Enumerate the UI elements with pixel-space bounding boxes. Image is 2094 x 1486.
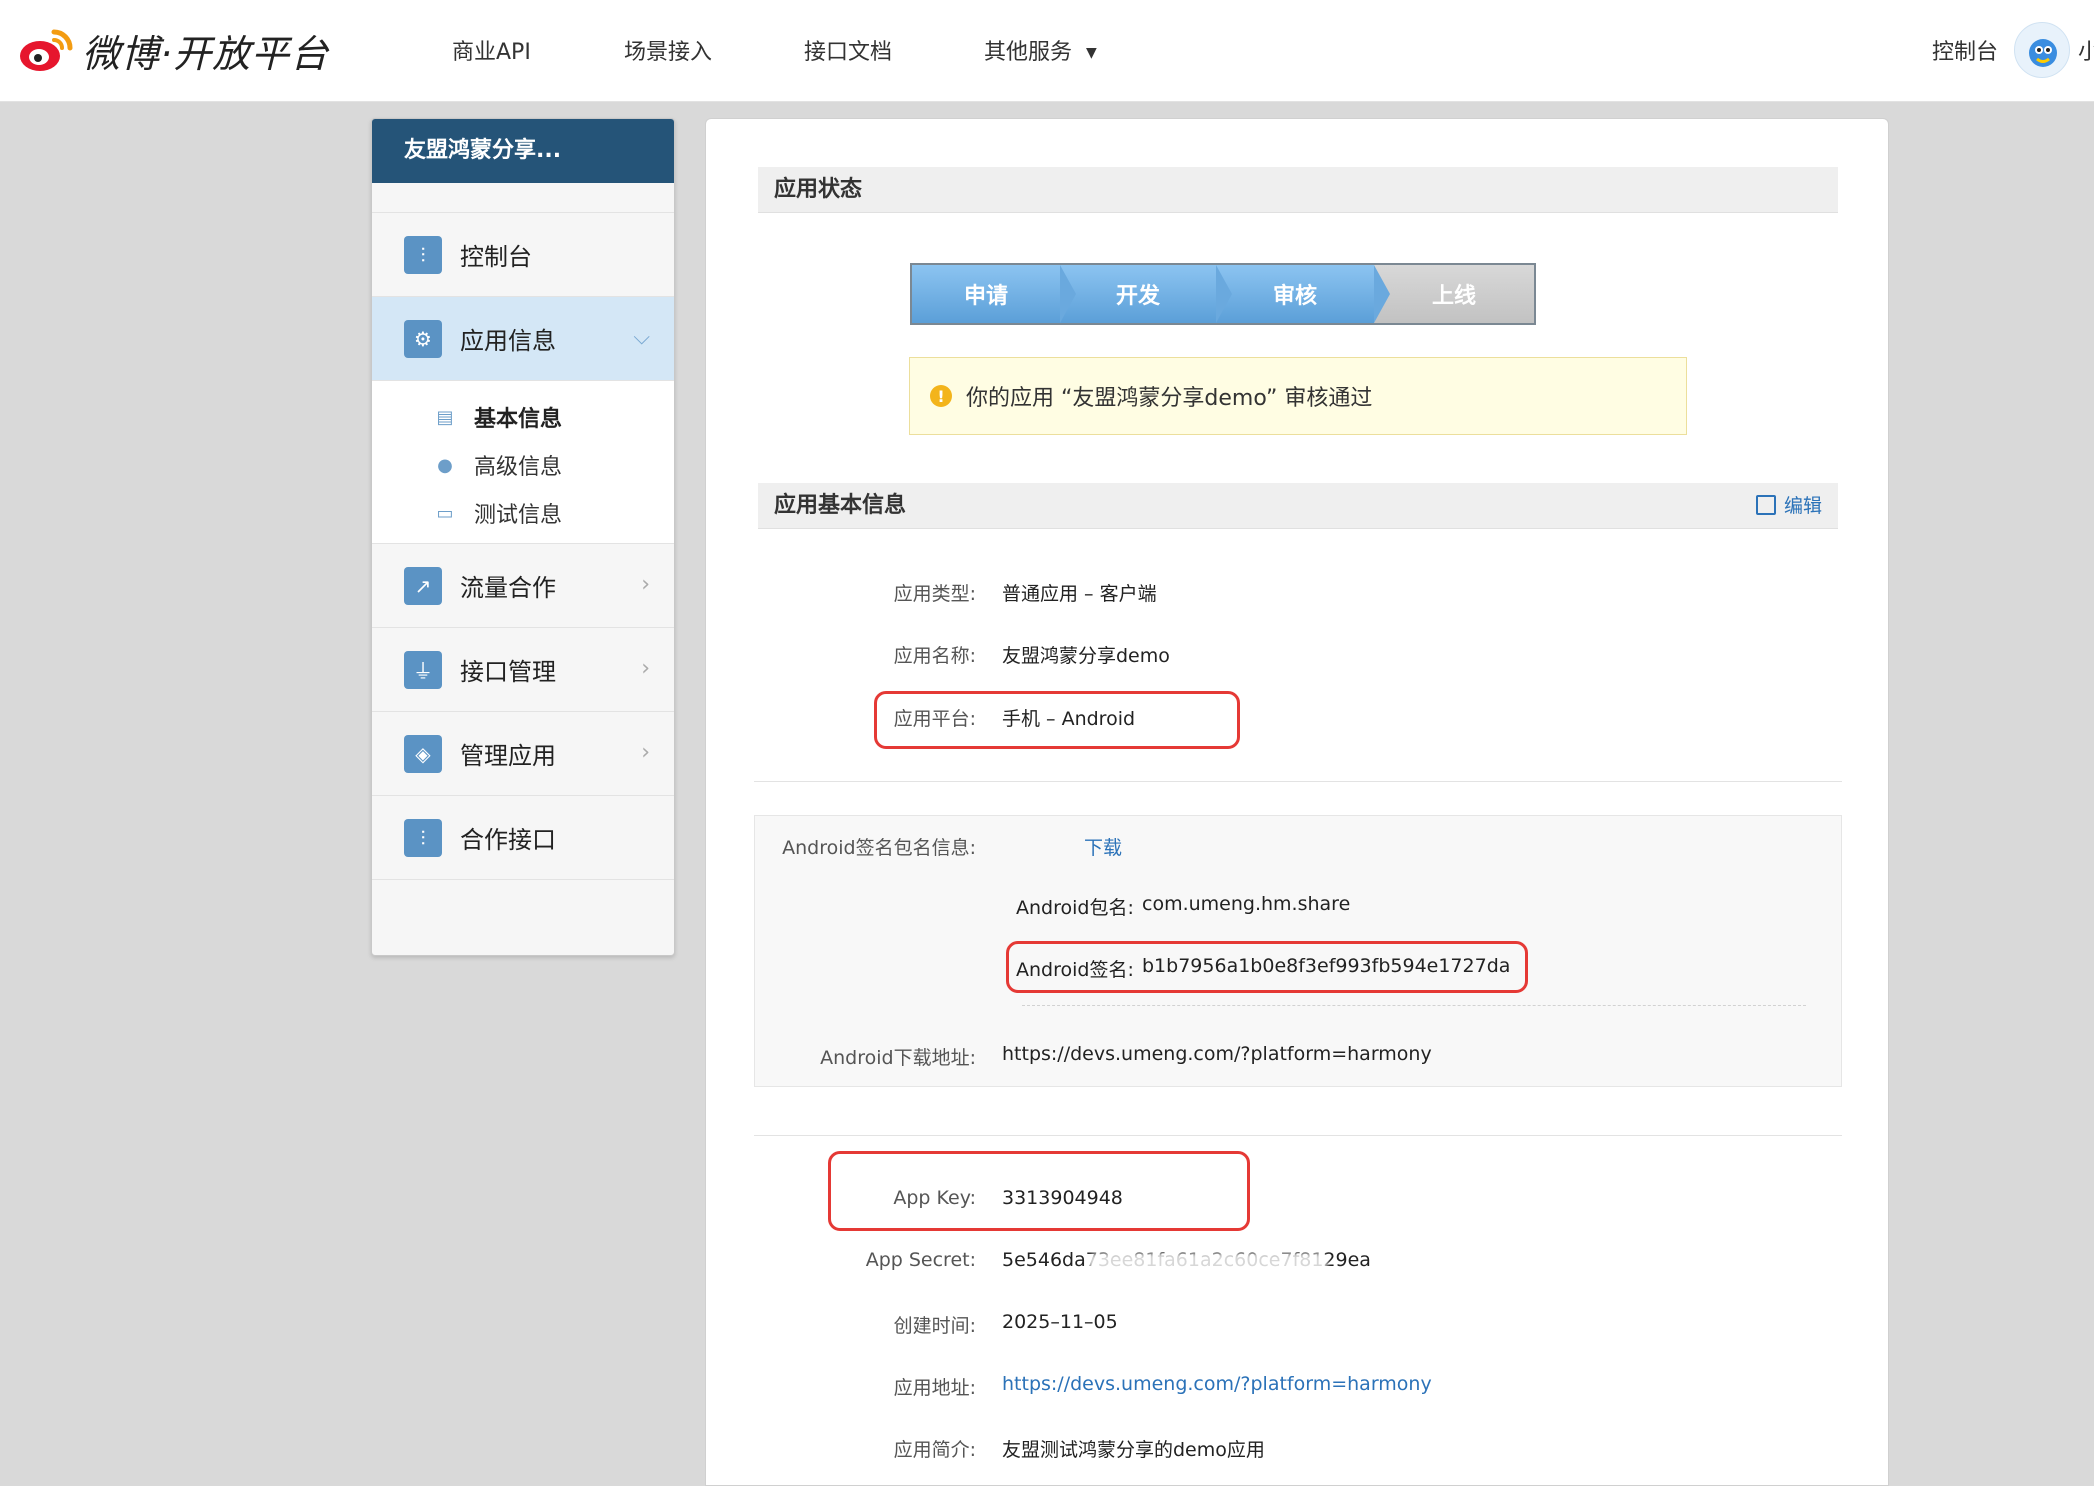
app-intro-label: 应用简介: [893, 1439, 976, 1461]
sidebar: 友盟鸿蒙分享... ⫶ 控制台 ⚙ 应用信息 ⌵ ▤ 基本信息 ● 高级信息 ▭… [371, 118, 675, 956]
chevron-down-icon: ⌵ [633, 325, 650, 350]
step-label: 审核 [1272, 284, 1317, 309]
sliders-icon: ⫶ [404, 235, 442, 274]
nav-scene-access[interactable]: 场景接入 [624, 34, 712, 66]
sidebar-submenu: ▤ 基本信息 ● 高级信息 ▭ 测试信息 [372, 381, 674, 544]
android-package-label: Android包名: [1016, 897, 1134, 919]
plug-icon: ⏚ [404, 650, 442, 689]
sidebar-item-console[interactable]: ⫶ 控制台 [372, 213, 674, 297]
avatar[interactable] [2014, 22, 2070, 78]
section-header-basic-info: 应用基本信息 编辑 [758, 483, 1838, 529]
layers-icon: ◈ [404, 734, 442, 773]
chevron-right-icon: › [641, 656, 650, 681]
dashed-divider [1022, 1005, 1806, 1006]
avatar-mascot-icon [2029, 39, 2057, 67]
edit-icon [1755, 495, 1776, 515]
step-label: 上线 [1431, 284, 1476, 309]
android-download-url-label: Android下载地址: [820, 1047, 976, 1069]
review-notice: ! 你的应用 “友盟鸿蒙分享demo” 审核通过 [909, 357, 1687, 435]
caret-down-icon: ▼ [1086, 45, 1097, 61]
step-label: 申请 [963, 284, 1008, 309]
sidebar-subitem-label: 高级信息 [474, 455, 563, 480]
app-url-label: 应用地址: [893, 1377, 976, 1399]
app-name-value: 友盟鸿蒙分享demo [1002, 645, 1170, 667]
created-label: 创建时间: [893, 1315, 976, 1337]
section-header-app-status: 应用状态 [758, 167, 1838, 213]
download-link[interactable]: 下载 [1084, 833, 1122, 860]
step-arrow [1060, 265, 1076, 323]
created-value: 2025–11–05 [1002, 1311, 1118, 1333]
highlight-box-app-key [828, 1151, 1250, 1231]
user-name[interactable]: 小 [2078, 34, 2094, 66]
info-circle-icon: ● [437, 454, 453, 476]
sidebar-item-app-info[interactable]: ⚙ 应用信息 ⌵ [372, 297, 674, 381]
sidebar-subitem-test-info[interactable]: ▭ 测试信息 [372, 489, 674, 537]
edit-button[interactable]: 编辑 [1755, 483, 1822, 529]
divider [754, 781, 1842, 782]
highlight-box-platform [874, 691, 1240, 749]
step-arrow [1216, 265, 1232, 323]
sidebar-item-partner-api[interactable]: ⫶ 合作接口 [372, 796, 674, 880]
sidebar-item-api-management[interactable]: ⏚ 接口管理 › [372, 628, 674, 712]
sidebar-item-manage-apps[interactable]: ◈ 管理应用 › [372, 712, 674, 796]
section-title: 应用基本信息 [774, 493, 907, 518]
nav-other-services-label: 其他服务 [984, 40, 1073, 65]
sidebar-item-label: 应用信息 [460, 327, 556, 355]
app-intro-value: 友盟测试鸿蒙分享的demo应用 [1002, 1439, 1265, 1461]
sidebar-app-title: 友盟鸿蒙分享... [372, 119, 674, 183]
android-download-url-value: https://devs.umeng.com/?platform=harmony [1002, 1043, 1432, 1065]
sidebar-item-traffic[interactable]: ↗ 流量合作 › [372, 544, 674, 628]
sidebar-subitem-advanced-info[interactable]: ● 高级信息 [372, 441, 674, 489]
main-panel: 应用状态 申请 开发 审核 上线 ! 你的应用 “友盟鸿蒙分享demo” 审核通… [705, 118, 1889, 1486]
notice-text: 你的应用 “友盟鸿蒙分享demo” 审核通过 [966, 386, 1373, 411]
sidebar-subitem-label: 测试信息 [474, 503, 563, 528]
secret-mask [1088, 1253, 1328, 1271]
test-card-icon: ▭ [436, 502, 454, 524]
step-label: 开发 [1115, 284, 1160, 309]
gear-icon: ⚙ [404, 319, 442, 358]
nav-commercial-api[interactable]: 商业API [452, 34, 531, 66]
weibo-eye-icon [20, 29, 73, 71]
sidebar-subitem-label: 基本信息 [474, 407, 563, 432]
status-stepper: 申请 开发 审核 上线 [910, 263, 1536, 325]
app-type-label: 应用类型: [893, 583, 976, 605]
nav-api-docs[interactable]: 接口文档 [804, 34, 892, 66]
app-url-link[interactable]: https://devs.umeng.com/?platform=harmony [1002, 1373, 1432, 1395]
edit-label: 编辑 [1783, 495, 1822, 517]
app-name-label: 应用名称: [893, 645, 976, 667]
weibo-logo[interactable]: 微博·开放平台 [18, 20, 329, 80]
step-online: 上线 [1374, 265, 1534, 323]
app-type-value: 普通应用 – 客户端 [1002, 583, 1157, 605]
sidebar-subitem-basic-info[interactable]: ▤ 基本信息 [372, 393, 674, 441]
step-apply: 申请 [912, 265, 1076, 323]
nav-other-services[interactable]: 其他服务 ▼ [984, 34, 1097, 66]
highlight-box-sign [1006, 941, 1528, 993]
app-secret-label: App Secret: [865, 1249, 976, 1271]
step-arrow [1374, 265, 1390, 323]
sidebar-item-label: 管理应用 [460, 742, 556, 770]
sliders-icon: ⫶ [404, 818, 442, 857]
step-develop: 开发 [1060, 265, 1232, 323]
step-review: 审核 [1216, 265, 1390, 323]
sidebar-item-label: 接口管理 [460, 658, 556, 686]
chevron-right-icon: › [641, 572, 650, 597]
warning-icon: ! [930, 385, 952, 407]
console-link[interactable]: 控制台 [1932, 34, 1998, 66]
line-chart-icon: ↗ [404, 566, 442, 605]
sidebar-item-label: 控制台 [460, 243, 532, 271]
sidebar-item-label: 流量合作 [460, 574, 556, 602]
chevron-right-icon: › [641, 740, 650, 765]
top-navbar: 微博·开放平台 商业API 场景接入 接口文档 其他服务 ▼ 控制台 小 [0, 0, 2094, 102]
android-package-value: com.umeng.hm.share [1142, 893, 1351, 915]
sidebar-spacer [372, 183, 674, 213]
sidebar-item-label: 合作接口 [460, 826, 556, 854]
android-sign-info-label: Android签名包名信息: [782, 837, 976, 859]
id-card-icon: ▤ [436, 406, 454, 428]
logo-text: 微博·开放平台 [82, 31, 330, 76]
divider [754, 1135, 1842, 1136]
